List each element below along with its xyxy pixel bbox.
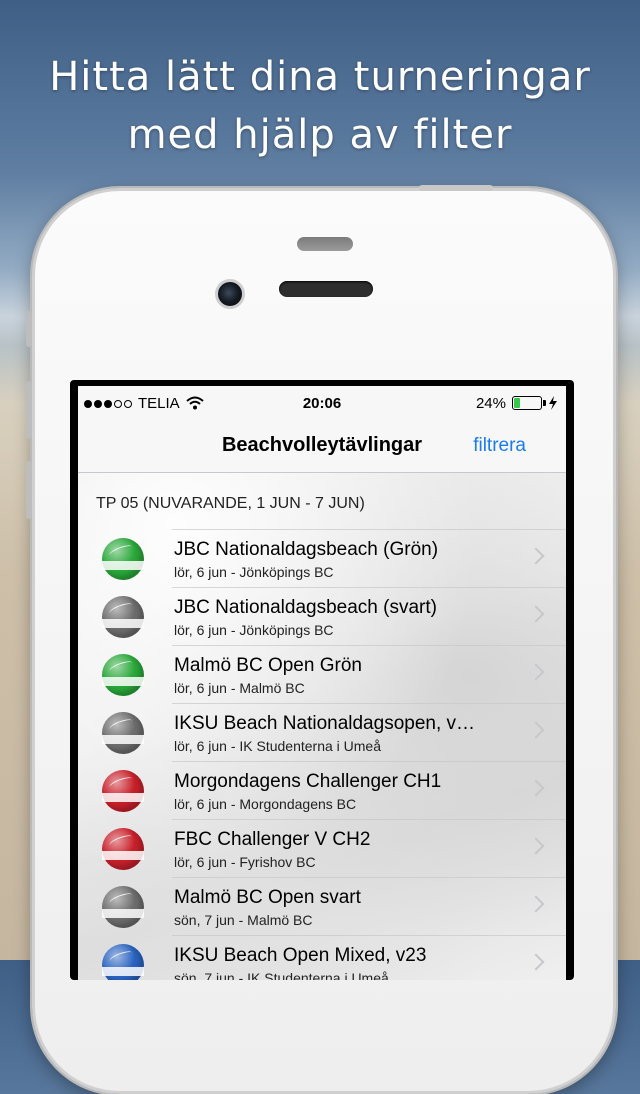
wifi-icon — [186, 396, 204, 410]
chevron-right-icon — [527, 605, 545, 623]
filter-button[interactable]: filtrera — [473, 435, 526, 457]
signal-dot — [84, 399, 92, 408]
proximity-sensor — [297, 237, 353, 251]
gray-volleyball-icon — [102, 886, 144, 928]
gray-volleyball-icon — [102, 712, 144, 754]
tournament-title: Malmö BC Open svart — [174, 887, 361, 908]
chevron-right-icon — [527, 895, 545, 913]
tournament-title: JBC Nationaldagsbeach (Grön) — [174, 539, 439, 560]
chevron-right-icon — [527, 721, 545, 739]
signal-strength-icon — [84, 395, 134, 412]
signal-dot — [124, 399, 132, 408]
tournament-subtitle: lör, 6 jun - Morgondagens BC — [174, 796, 357, 812]
list-item[interactable]: JBC Nationaldagsbeach (svart) lör, 6 jun … — [102, 587, 566, 645]
phone-screen: 20:06 TELIA 24% Beachvolleytävlingar fil… — [70, 380, 574, 980]
front-camera-icon — [215, 279, 245, 309]
red-volleyball-icon — [102, 828, 144, 870]
tournament-subtitle: lör, 6 jun - Jönköpings BC — [174, 622, 334, 638]
chevron-right-icon — [527, 953, 545, 971]
carrier-name: TELIA — [138, 394, 180, 412]
status-left: TELIA — [84, 395, 204, 412]
earpiece-speaker — [279, 281, 373, 297]
tournament-title: Morgondagens Challenger CH1 — [174, 771, 442, 792]
tournament-list[interactable]: TP 05 (NUVARANDE, 1 JUN - 7 JUN) JBC Nat… — [78, 473, 566, 980]
chevron-right-icon — [527, 837, 545, 855]
headline-line-2: med hjälp av filter — [127, 112, 513, 158]
list-item[interactable]: Malmö BC Open Grön lör, 6 jun - Malmö BC — [102, 645, 566, 703]
tournament-title: FBC Challenger V CH2 — [174, 829, 371, 850]
charging-bolt-icon — [549, 396, 557, 410]
tournament-title: IKSU Beach Open Mixed, v23 — [174, 945, 427, 966]
battery-percent: 24% — [475, 394, 506, 412]
volume-up-button — [26, 381, 32, 439]
tournament-subtitle: lör, 6 jun - Malmö BC — [174, 680, 305, 696]
tournament-subtitle: lör, 6 jun - Fyrishov BC — [174, 854, 316, 870]
section-header: TP 05 (NUVARANDE, 1 JUN - 7 JUN) — [96, 495, 365, 512]
tournament-title: Malmö BC Open Grön — [174, 655, 362, 676]
tournament-subtitle: lör, 6 jun - IK Studenterna i Umeå — [174, 738, 381, 754]
list-item[interactable]: JBC Nationaldagsbeach (Grön) lör, 6 jun -… — [102, 529, 566, 587]
tournament-title: IKSU Beach Nationaldagsopen, v… — [174, 713, 476, 734]
status-bar: 20:06 TELIA 24% — [78, 386, 566, 420]
green-volleyball-icon — [102, 538, 144, 580]
chevron-right-icon — [527, 663, 545, 681]
signal-dot — [94, 399, 102, 408]
list-item[interactable]: Malmö BC Open svart sön, 7 jun - Malmö BC — [102, 877, 566, 935]
chevron-right-icon — [527, 779, 545, 797]
list-item[interactable]: IKSU Beach Nationaldagsopen, v… lör, 6 ju… — [102, 703, 566, 761]
blue-volleyball-icon — [102, 944, 144, 980]
tournament-subtitle: sön, 7 jun - Malmö BC — [174, 912, 313, 928]
list-item[interactable]: FBC Challenger V CH2 lör, 6 jun - Fyrisho… — [102, 819, 566, 877]
gray-volleyball-icon — [102, 596, 144, 638]
green-volleyball-icon — [102, 654, 144, 696]
list-item[interactable]: Morgondagens Challenger CH1 lör, 6 jun - … — [102, 761, 566, 819]
tournament-title: JBC Nationaldagsbeach (svart) — [174, 597, 437, 618]
status-right: 24% — [476, 395, 558, 412]
navigation-bar: Beachvolleytävlingar filtrera — [78, 420, 566, 473]
signal-dot — [114, 399, 122, 408]
volume-down-button — [26, 461, 32, 519]
chevron-right-icon — [527, 547, 545, 565]
headline-line-1: Hitta lätt dina turneringar — [49, 54, 591, 100]
promo-headline: Hitta lätt dina turneringar med hjälp av… — [0, 48, 640, 164]
power-button — [419, 185, 493, 191]
list-item[interactable]: IKSU Beach Open Mixed, v23 sön, 7 jun - I… — [102, 935, 566, 980]
battery-icon — [512, 396, 546, 410]
mute-switch — [26, 311, 32, 347]
tournament-subtitle: lör, 6 jun - Jönköpings BC — [174, 564, 334, 580]
signal-dot — [104, 399, 112, 408]
tournament-subtitle: sön, 7 jun - IK Studenterna i Umeå — [174, 970, 389, 980]
red-volleyball-icon — [102, 770, 144, 812]
